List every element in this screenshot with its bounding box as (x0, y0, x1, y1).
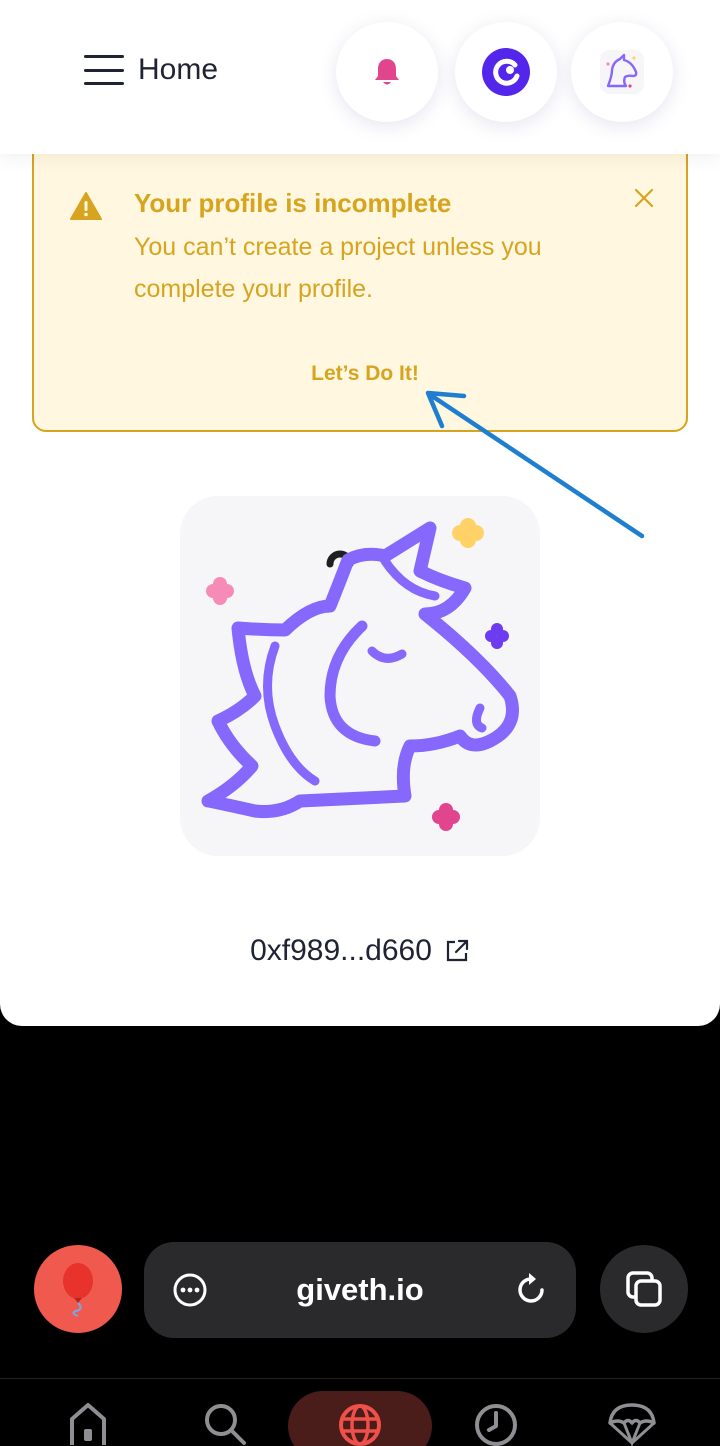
address-bar[interactable]: giveth.io (144, 1242, 576, 1338)
profile-avatar (180, 496, 540, 856)
browser-toolbar: giveth.io (0, 1240, 720, 1340)
clock-icon (475, 1404, 517, 1446)
unicorn-avatar-icon (600, 50, 644, 94)
nav-airdrop[interactable] (602, 1399, 662, 1446)
external-link-icon[interactable] (444, 938, 470, 964)
menu-label: Home (138, 53, 219, 86)
url-text: giveth.io (296, 1272, 424, 1307)
hamburger-icon (84, 55, 124, 85)
banner-title: Your profile is incomplete (134, 188, 452, 218)
nav-browser[interactable] (330, 1399, 390, 1446)
tabs-button[interactable] (600, 1245, 688, 1333)
menu-button[interactable]: Home (84, 46, 218, 94)
giveth-network-icon (482, 48, 530, 96)
unicorn-illustration (201, 518, 519, 831)
balloon-button[interactable] (34, 1245, 122, 1333)
bell-icon (375, 59, 399, 85)
parachute-icon (608, 1403, 656, 1446)
home-icon (70, 1403, 106, 1445)
top-header: Home (0, 0, 720, 154)
wallet-address-row: 0xf989...d660 (0, 934, 720, 968)
search-icon (205, 1404, 246, 1445)
bottom-navigation (0, 1378, 720, 1446)
user-avatar-button[interactable] (571, 22, 673, 122)
balloon-icon (63, 1263, 93, 1317)
annotation-arrow (425, 390, 645, 539)
notifications-button[interactable] (336, 22, 438, 122)
nav-search[interactable] (194, 1399, 254, 1446)
reload-icon[interactable] (514, 1270, 550, 1308)
warning-icon (70, 192, 102, 220)
globe-icon (339, 1404, 381, 1446)
close-icon[interactable] (632, 186, 656, 210)
nav-home[interactable] (58, 1399, 118, 1446)
wallet-address: 0xf989...d660 (250, 934, 432, 967)
tabs-icon (626, 1271, 662, 1307)
network-button[interactable] (455, 22, 557, 122)
nav-history[interactable] (466, 1399, 526, 1446)
banner-message: You can’t create a project unless you co… (134, 233, 542, 303)
